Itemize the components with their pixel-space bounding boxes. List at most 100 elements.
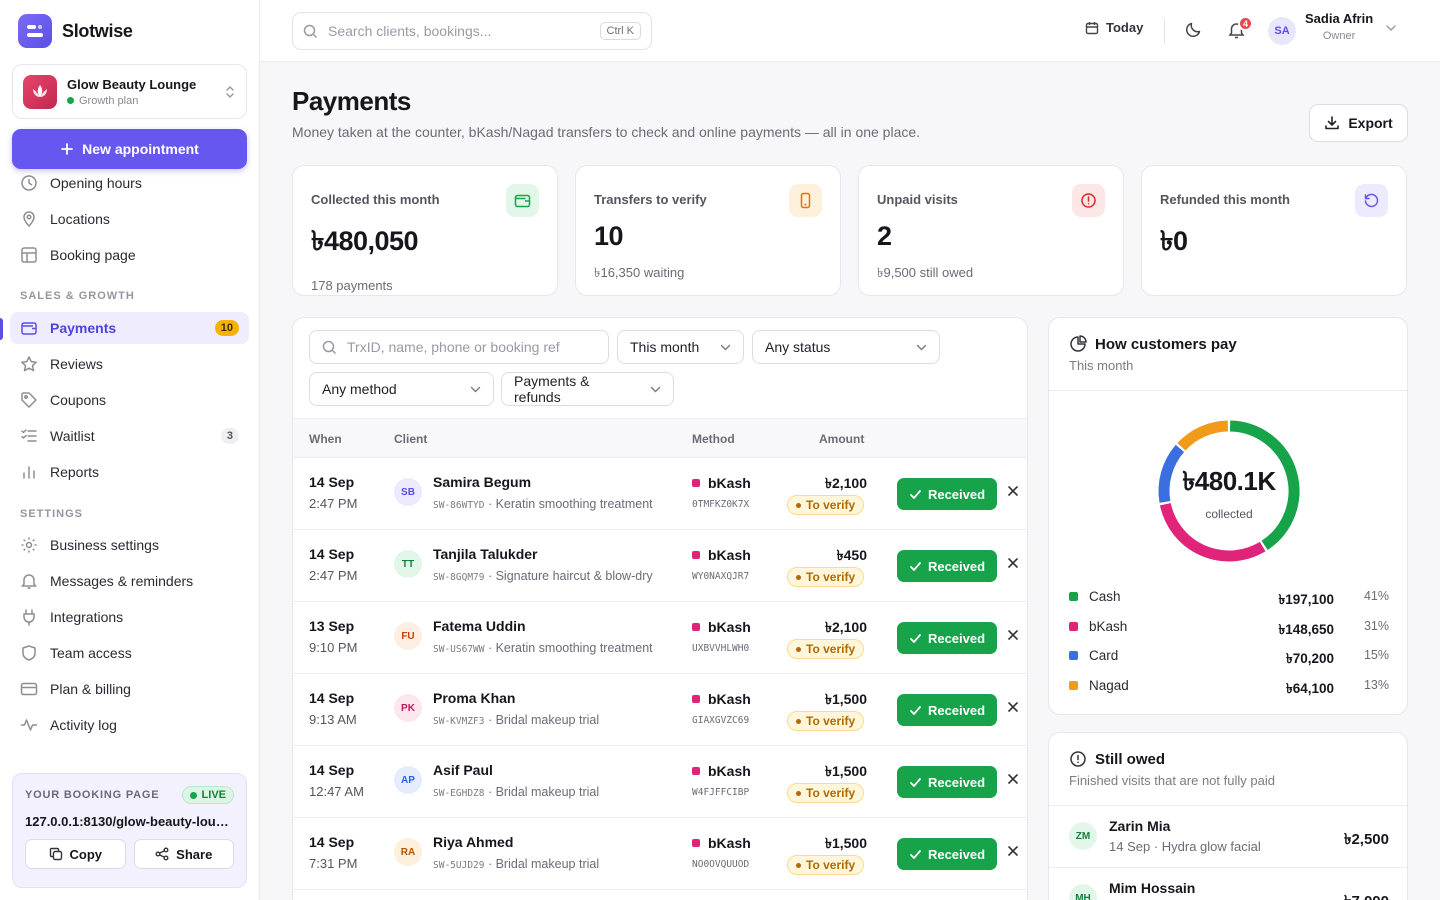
mark-received-button[interactable]: Received xyxy=(897,478,997,510)
share-button[interactable]: Share xyxy=(133,839,234,869)
client-name[interactable]: Tanjila Talukder xyxy=(433,546,538,562)
list-item[interactable]: ZM Zarin Mia 14 Sep · Hydra glow facial … xyxy=(1049,806,1407,868)
service-name: · Keratin smoothing treatment xyxy=(484,497,653,511)
today-button[interactable]: Today xyxy=(1085,20,1143,35)
close-icon[interactable] xyxy=(1007,845,1019,857)
mark-received-button[interactable]: Received xyxy=(897,838,997,870)
sidebar-item-label: Coupons xyxy=(50,392,107,408)
copy-button[interactable]: Copy xyxy=(25,839,126,869)
client-name[interactable]: Asif Paul xyxy=(433,762,493,778)
close-icon[interactable] xyxy=(1007,773,1019,785)
method-select[interactable]: Any method xyxy=(309,372,494,406)
shield-icon xyxy=(20,644,38,662)
sidebar-item-team-access[interactable]: Team access xyxy=(10,637,249,669)
sidebar-item-plan-billing[interactable]: Plan & billing xyxy=(10,673,249,705)
sidebar-item-locations[interactable]: Locations xyxy=(10,203,249,235)
close-icon[interactable] xyxy=(1007,701,1019,713)
panel-title-text: How customers pay xyxy=(1095,335,1237,353)
sidebar-item-booking-page[interactable]: Booking page xyxy=(10,239,249,271)
sidebar-item-coupons[interactable]: Coupons xyxy=(10,384,249,416)
sidebar-item-reviews[interactable]: Reviews xyxy=(10,348,249,380)
panel-title: Still owed xyxy=(1069,750,1165,768)
booking-ref[interactable]: SW-5UJD29 xyxy=(433,860,484,871)
stat-card-transfers: Transfers to verify 10 ৳16,350 waiting xyxy=(575,165,841,296)
booking-ref[interactable]: SW-KVMZF3 xyxy=(433,716,484,727)
table-row[interactable]: 14 Sep 9:13 AM PK Proma Khan SW-KVMZF3 ·… xyxy=(293,674,1027,746)
table-row[interactable]: 13 Sep 9:10 PM FU Fatema Uddin SW-US67WW… xyxy=(293,602,1027,674)
status-badge: To verify xyxy=(787,783,865,803)
status-dot xyxy=(796,574,801,580)
status-dot xyxy=(796,718,801,724)
sidebar-item-reports[interactable]: Reports xyxy=(10,456,249,488)
type-select[interactable]: Payments & refunds xyxy=(501,372,674,406)
service-name: · Bridal makeup trial xyxy=(484,857,600,871)
booking-ref[interactable]: SW-86WTYD xyxy=(433,500,484,511)
booking-detail: SW-KVMZF3 · Bridal makeup trial xyxy=(433,713,599,727)
column-header[interactable]: Amount xyxy=(819,432,864,446)
period-select[interactable]: This month xyxy=(617,330,744,364)
list-item[interactable]: MH Mim Hossain ৳7,000 xyxy=(1049,868,1407,900)
mark-received-button[interactable]: Received xyxy=(897,766,997,798)
status-select[interactable]: Any status xyxy=(752,330,940,364)
alert-circle-icon xyxy=(1072,184,1105,217)
brand[interactable]: Slotwise xyxy=(18,14,133,48)
sidebar-item-business-settings[interactable]: Business settings xyxy=(10,529,249,561)
brand-name: Slotwise xyxy=(62,20,133,41)
global-search[interactable]: Search clients, bookings... Ctrl K xyxy=(292,12,652,50)
client-name[interactable]: Fatema Uddin xyxy=(433,618,526,634)
moon-icon[interactable] xyxy=(1185,21,1202,38)
refresh-icon xyxy=(1355,184,1388,217)
avatar[interactable]: SA xyxy=(1268,17,1296,45)
column-header[interactable]: Client xyxy=(394,432,427,446)
close-icon[interactable] xyxy=(1007,557,1019,569)
mark-received-button[interactable]: Received xyxy=(897,694,997,726)
booking-ref[interactable]: SW-EGHDZ8 xyxy=(433,788,484,799)
table-row[interactable]: 14 Sep 12:47 AM AP Asif Paul SW-EGHDZ8 ·… xyxy=(293,746,1027,818)
table-row[interactable]: 14 Sep 2:47 PM SB Samira Begum SW-86WTYD… xyxy=(293,458,1027,530)
close-icon[interactable] xyxy=(1007,629,1019,641)
copy-label: Copy xyxy=(69,846,103,862)
column-header[interactable]: When xyxy=(309,432,342,446)
sidebar-item-payments[interactable]: Payments 10 xyxy=(10,312,249,344)
legend-value: ৳197,100 xyxy=(1278,592,1334,607)
close-icon[interactable] xyxy=(1007,485,1019,497)
sidebar-item-messages[interactable]: Messages & reminders xyxy=(10,565,249,597)
avatar: SB xyxy=(394,478,422,506)
sidebar-item-opening-hours[interactable]: Opening hours xyxy=(10,167,249,199)
column-header[interactable]: Method xyxy=(692,432,735,446)
payment-date: 14 Sep xyxy=(309,546,355,562)
method-name: bKash xyxy=(708,475,751,491)
booking-url[interactable]: 127.0.0.1:8130/glow-beauty-lounge xyxy=(25,814,234,829)
mark-received-button[interactable]: Received xyxy=(897,622,997,654)
live-badge: LIVE xyxy=(181,786,234,804)
booking-ref[interactable]: SW-US67WW xyxy=(433,644,484,655)
sidebar-item-activity-log[interactable]: Activity log xyxy=(10,709,249,741)
donut-total: ৳480.1K xyxy=(1182,466,1276,496)
export-button[interactable]: Export xyxy=(1309,104,1408,142)
panel-title: How customers pay xyxy=(1069,335,1237,353)
business-switcher[interactable]: Glow Beauty Lounge Growth plan xyxy=(12,64,247,119)
alert-circle-icon xyxy=(1069,750,1087,768)
payments-search-input[interactable]: TrxID, name, phone or booking ref xyxy=(309,330,609,364)
client-name[interactable]: Riya Ahmed xyxy=(433,834,513,850)
table-header: When Client Method Amount xyxy=(293,418,1027,458)
stat-label: Refunded this month xyxy=(1160,192,1290,207)
user-menu[interactable]: Sadia Afrin Owner xyxy=(1305,11,1373,42)
mark-received-button[interactable]: Received xyxy=(897,550,997,582)
client-name[interactable]: Samira Begum xyxy=(433,474,531,490)
sidebar-item-label: Reviews xyxy=(50,356,103,372)
client-name[interactable]: Proma Khan xyxy=(433,690,515,706)
booking-detail: SW-8GQM79 · Signature haircut & blow-dry xyxy=(433,569,653,583)
export-label: Export xyxy=(1348,115,1393,131)
table-row[interactable]: 14 Sep 7:31 PM RA Riya Ahmed SW-5UJD29 ·… xyxy=(293,818,1027,890)
sidebar-item-label: Opening hours xyxy=(50,175,142,191)
booking-ref[interactable]: SW-8GQM79 xyxy=(433,572,484,583)
sidebar-item-integrations[interactable]: Integrations xyxy=(10,601,249,633)
new-appointment-button[interactable]: New appointment xyxy=(12,129,247,169)
chevron-down-icon[interactable] xyxy=(1385,24,1397,32)
share-icon xyxy=(155,847,169,861)
sidebar-item-label: Team access xyxy=(50,645,132,661)
status-dot xyxy=(67,97,74,104)
sidebar-item-waitlist[interactable]: Waitlist 3 xyxy=(10,420,249,452)
table-row[interactable]: 14 Sep 2:47 PM TT Tanjila Talukder SW-8G… xyxy=(293,530,1027,602)
